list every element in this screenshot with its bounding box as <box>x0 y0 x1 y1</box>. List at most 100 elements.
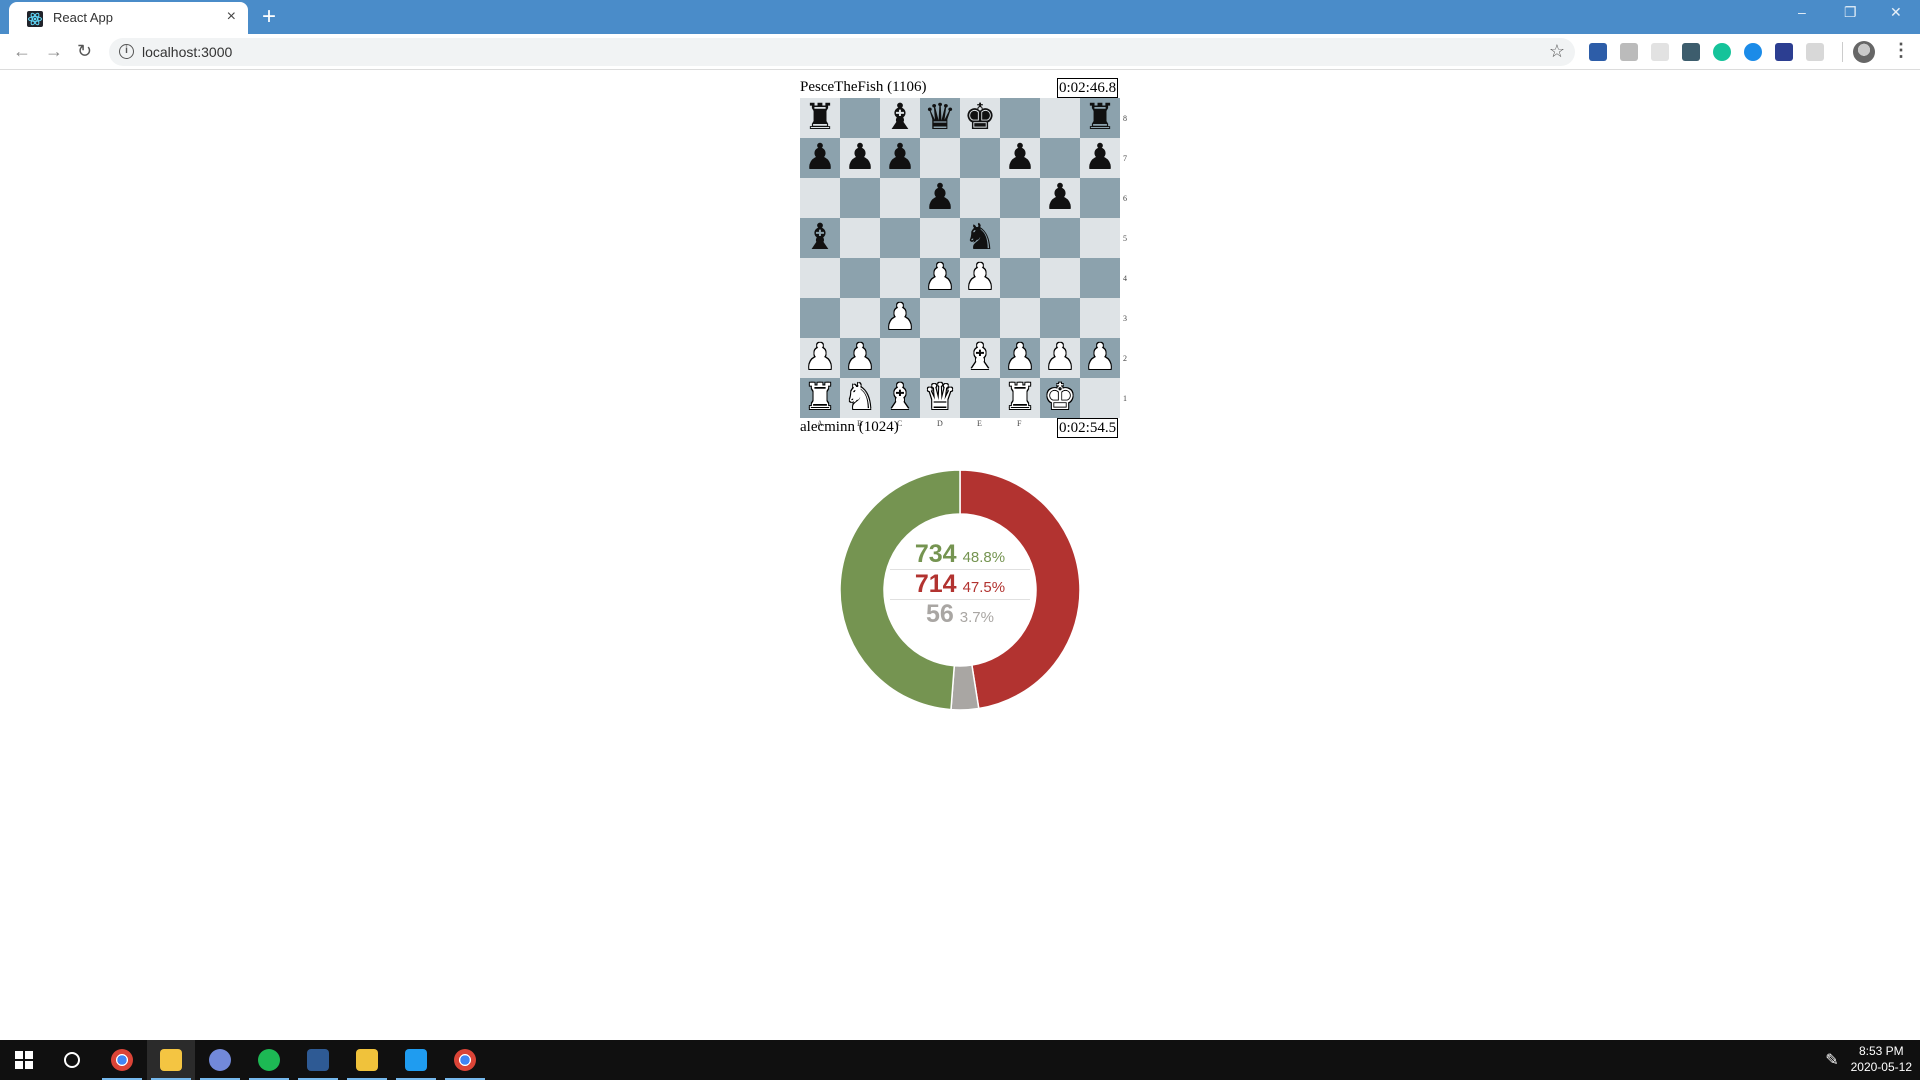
square-g8[interactable] <box>1040 98 1080 138</box>
sale-off-icon[interactable] <box>1589 43 1607 61</box>
taskbar-app-visual-studio-icon[interactable] <box>294 1040 342 1080</box>
square-g5[interactable] <box>1040 218 1080 258</box>
black-knight-icon[interactable]: ♞ <box>960 218 1000 258</box>
taskbar-app-spotify-icon[interactable] <box>245 1040 293 1080</box>
site-info-icon[interactable]: i <box>119 44 134 59</box>
black-pawn-icon[interactable]: ♟ <box>880 138 920 178</box>
black-queen-icon[interactable]: ♛ <box>920 98 960 138</box>
square-e6[interactable] <box>960 178 1000 218</box>
square-d5[interactable] <box>920 218 960 258</box>
square-d2[interactable] <box>920 338 960 378</box>
square-f5[interactable] <box>1000 218 1040 258</box>
white-pawn-icon[interactable]: ♟ <box>1000 338 1040 378</box>
square-a7[interactable]: ♟ <box>800 138 840 178</box>
square-b2[interactable]: ♟ <box>840 338 880 378</box>
white-rook-icon[interactable]: ♜ <box>800 378 840 418</box>
system-clock[interactable]: 8:53 PM 2020-05-12 <box>1851 1043 1912 1075</box>
square-c8[interactable]: ♝ <box>880 98 920 138</box>
square-b3[interactable] <box>840 298 880 338</box>
square-g3[interactable] <box>1040 298 1080 338</box>
windows-start-icon[interactable] <box>0 1040 48 1080</box>
black-bishop-icon[interactable]: ♝ <box>880 98 920 138</box>
square-g4[interactable] <box>1040 258 1080 298</box>
square-b7[interactable]: ♟ <box>840 138 880 178</box>
black-pawn-icon[interactable]: ♟ <box>920 178 960 218</box>
black-pawn-icon[interactable]: ♟ <box>1040 178 1080 218</box>
square-e8[interactable]: ♚ <box>960 98 1000 138</box>
square-e5[interactable]: ♞ <box>960 218 1000 258</box>
square-b4[interactable] <box>840 258 880 298</box>
black-pawn-icon[interactable]: ♟ <box>1000 138 1040 178</box>
square-c2[interactable] <box>880 338 920 378</box>
square-e7[interactable] <box>960 138 1000 178</box>
square-c6[interactable] <box>880 178 920 218</box>
square-b6[interactable] <box>840 178 880 218</box>
pen-workspace-icon[interactable]: ✎ <box>1808 1040 1856 1080</box>
square-a5[interactable]: ♝ <box>800 218 840 258</box>
white-rook-icon[interactable]: ♜ <box>1000 378 1040 418</box>
screen-icon[interactable] <box>1775 43 1793 61</box>
grammarly-icon[interactable] <box>1713 43 1731 61</box>
square-d1[interactable]: ♛ <box>920 378 960 418</box>
white-pawn-icon[interactable]: ♟ <box>1080 338 1120 378</box>
square-g2[interactable]: ♟ <box>1040 338 1080 378</box>
square-a8[interactable]: ♜ <box>800 98 840 138</box>
square-c4[interactable] <box>880 258 920 298</box>
close-tab-icon[interactable]: × <box>227 8 236 26</box>
taskbar-app-chrome-icon[interactable] <box>98 1040 146 1080</box>
square-e1[interactable] <box>960 378 1000 418</box>
profile-avatar[interactable] <box>1853 41 1875 63</box>
white-pawn-icon[interactable]: ♟ <box>1040 338 1080 378</box>
square-f4[interactable] <box>1000 258 1040 298</box>
square-h8[interactable]: ♜ <box>1080 98 1120 138</box>
square-d6[interactable]: ♟ <box>920 178 960 218</box>
black-rook-icon[interactable]: ♜ <box>800 98 840 138</box>
white-pawn-icon[interactable]: ♟ <box>800 338 840 378</box>
taskbar-app-vscode-icon[interactable] <box>392 1040 440 1080</box>
bookmark-star-icon[interactable]: ☆ <box>1549 41 1565 62</box>
black-pawn-icon[interactable]: ♟ <box>800 138 840 178</box>
square-a4[interactable] <box>800 258 840 298</box>
white-pawn-icon[interactable]: ♟ <box>960 258 1000 298</box>
square-h7[interactable]: ♟ <box>1080 138 1120 178</box>
forward-icon[interactable]: → <box>45 41 63 62</box>
square-c5[interactable] <box>880 218 920 258</box>
black-rook-icon[interactable]: ♜ <box>1080 98 1120 138</box>
square-d4[interactable]: ♟ <box>920 258 960 298</box>
reading-list-icon[interactable] <box>1806 43 1824 61</box>
square-g1[interactable]: ♚ <box>1040 378 1080 418</box>
square-g6[interactable]: ♟ <box>1040 178 1080 218</box>
square-d8[interactable]: ♛ <box>920 98 960 138</box>
url-text[interactable]: localhost:3000 <box>142 44 232 60</box>
square-h5[interactable] <box>1080 218 1120 258</box>
extension-icon[interactable] <box>1620 43 1638 61</box>
taskbar-app-discord-icon[interactable] <box>196 1040 244 1080</box>
extension-icon[interactable] <box>1682 43 1700 61</box>
new-tab-button[interactable]: + <box>262 3 276 31</box>
white-knight-icon[interactable]: ♞ <box>840 378 880 418</box>
square-e2[interactable]: ♝ <box>960 338 1000 378</box>
square-h3[interactable] <box>1080 298 1120 338</box>
white-pawn-icon[interactable]: ♟ <box>840 338 880 378</box>
taskbar-app-chrome-icon[interactable] <box>441 1040 489 1080</box>
white-queen-icon[interactable]: ♛ <box>920 378 960 418</box>
square-h6[interactable] <box>1080 178 1120 218</box>
cortana-search-icon[interactable] <box>48 1040 96 1080</box>
black-pawn-icon[interactable]: ♟ <box>840 138 880 178</box>
browser-tab[interactable]: React App × <box>9 2 248 34</box>
white-bishop-icon[interactable]: ♝ <box>880 378 920 418</box>
black-bishop-icon[interactable]: ♝ <box>800 218 840 258</box>
white-pawn-icon[interactable]: ♟ <box>880 298 920 338</box>
square-g7[interactable] <box>1040 138 1080 178</box>
square-a2[interactable]: ♟ <box>800 338 840 378</box>
square-b8[interactable] <box>840 98 880 138</box>
address-bar[interactable]: i localhost:3000 ☆ <box>109 38 1575 66</box>
minimize-button[interactable]: – <box>1798 4 1806 20</box>
reload-icon[interactable]: ↻ <box>77 41 92 62</box>
square-f1[interactable]: ♜ <box>1000 378 1040 418</box>
white-king-icon[interactable]: ♚ <box>1040 378 1080 418</box>
restore-button[interactable]: ❐ <box>1844 4 1857 21</box>
square-f6[interactable] <box>1000 178 1040 218</box>
black-king-icon[interactable]: ♚ <box>960 98 1000 138</box>
square-f2[interactable]: ♟ <box>1000 338 1040 378</box>
